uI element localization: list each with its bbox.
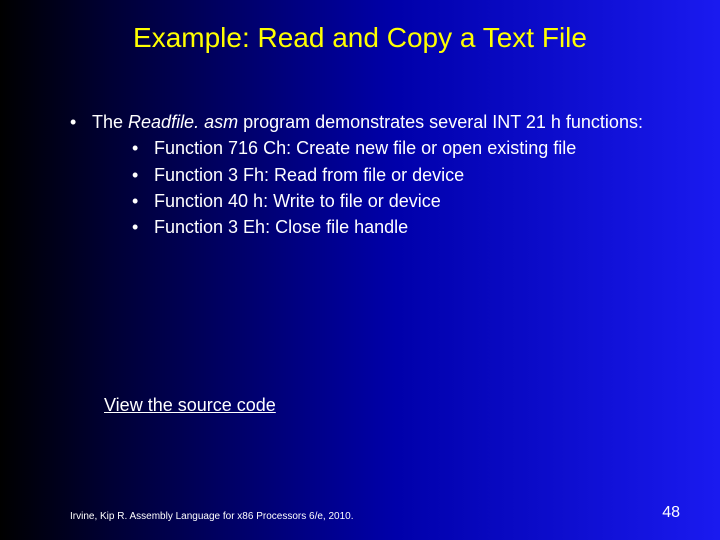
sub-bullet-text: Function 40 h: Write to file or device (154, 189, 670, 213)
bullet-main-text: The Readfile. asm program demonstrates s… (92, 110, 670, 241)
sub-list: • Function 716 Ch: Create new file or op… (132, 136, 670, 239)
sub-bullet-text: Function 3 Eh: Close file handle (154, 215, 670, 239)
sub-bullet: • Function 3 Fh: Read from file or devic… (132, 163, 670, 187)
slide: Example: Read and Copy a Text File • The… (0, 0, 720, 540)
sub-bullet: • Function 40 h: Write to file or device (132, 189, 670, 213)
intro-italic: Readfile. asm (128, 112, 238, 132)
bullet-dot: • (132, 163, 154, 187)
sub-bullet: • Function 3 Eh: Close file handle (132, 215, 670, 239)
bullet-main: • The Readfile. asm program demonstrates… (70, 110, 670, 241)
slide-title: Example: Read and Copy a Text File (0, 22, 720, 54)
sub-bullet: • Function 716 Ch: Create new file or op… (132, 136, 670, 160)
sub-bullet-text: Function 3 Fh: Read from file or device (154, 163, 670, 187)
intro-prefix: The (92, 112, 128, 132)
bullet-dot: • (132, 136, 154, 160)
bullet-dot: • (132, 189, 154, 213)
bullet-dot: • (132, 215, 154, 239)
bullet-dot: • (70, 110, 92, 241)
view-source-link[interactable]: View the source code (104, 395, 276, 416)
page-number: 48 (662, 504, 680, 522)
intro-suffix: program demonstrates several INT 21 h fu… (238, 112, 643, 132)
footer-citation: Irvine, Kip R. Assembly Language for x86… (70, 511, 354, 522)
sub-bullet-text: Function 716 Ch: Create new file or open… (154, 136, 670, 160)
content-area: • The Readfile. asm program demonstrates… (70, 110, 670, 243)
